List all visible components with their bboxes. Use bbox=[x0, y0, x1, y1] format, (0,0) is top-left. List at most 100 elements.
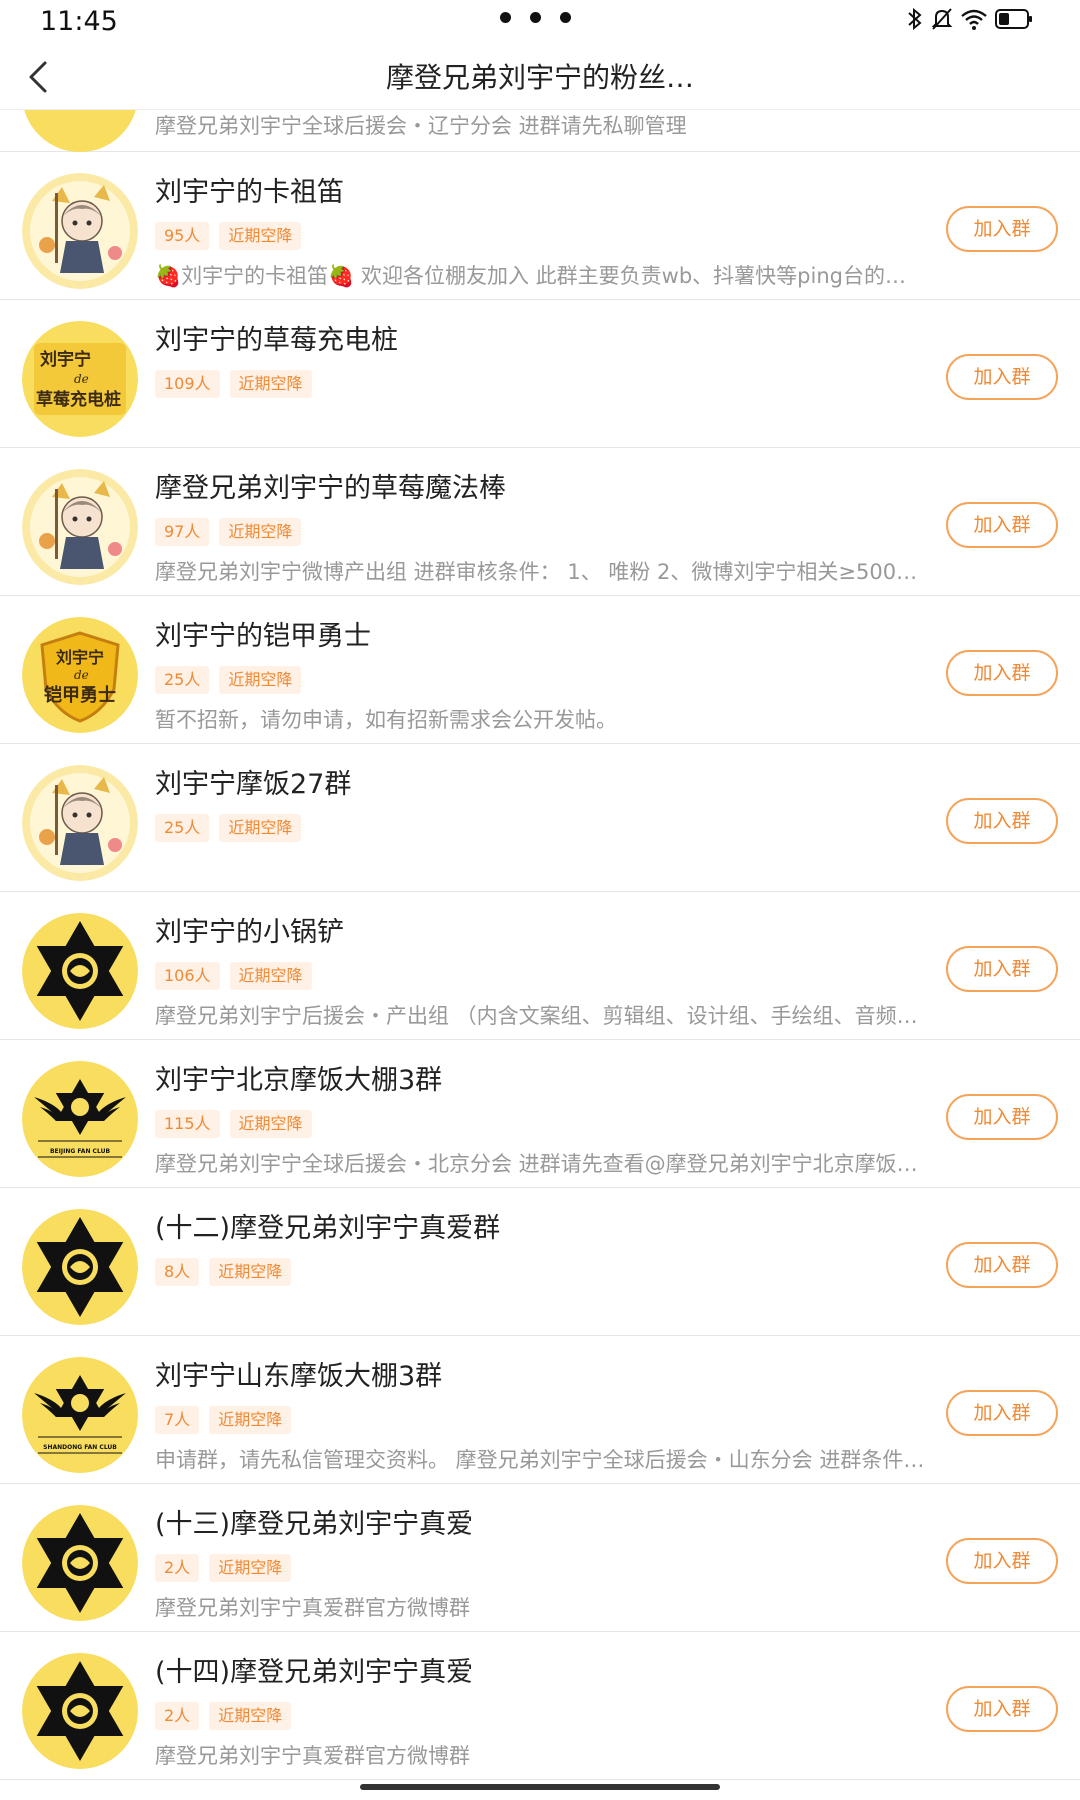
group-desc: 摩登兄弟刘宇宁全球后援会・北京分会 进群请先查看@摩登兄弟刘宇宁北京摩饭… bbox=[155, 1152, 918, 1176]
group-avatar bbox=[22, 913, 138, 1029]
status-badge: 近期空降 bbox=[209, 1258, 292, 1286]
join-group-button[interactable]: 加入群 bbox=[946, 798, 1058, 844]
status-badge: 近期空降 bbox=[209, 1406, 292, 1434]
group-name: 刘宇宁的草莓充电桩 bbox=[155, 325, 398, 356]
group-name: 摩登兄弟刘宇宁的草莓魔法棒 bbox=[155, 473, 506, 504]
svg-text:SHANDONG FAN CLUB: SHANDONG FAN CLUB bbox=[43, 1444, 117, 1451]
member-count-badge: 106人 bbox=[155, 962, 220, 990]
group-name: 刘宇宁的铠甲勇士 bbox=[155, 621, 371, 652]
group-name: 刘宇宁北京摩饭大棚3群 bbox=[155, 1065, 443, 1096]
status-badge: 近期空降 bbox=[229, 962, 312, 990]
group-list-item[interactable]: BEIJING FAN CLUB 刘宇宁北京摩饭大棚3群 115人 近期空降摩登兄弟… bbox=[0, 1040, 1080, 1188]
group-desc: 摩登兄弟刘宇宁微博产出组 进群审核条件： 1、 唯粉 2、微博刘宇宁相关≥500… bbox=[155, 560, 925, 584]
group-list-item[interactable]: (十二)摩登兄弟刘宇宁真爱群 8人 近期空降 加入群 bbox=[0, 1188, 1080, 1336]
svg-text:刘宇宁: 刘宇宁 bbox=[56, 648, 104, 667]
svg-text:de: de bbox=[74, 668, 89, 682]
member-count-badge: 97人 bbox=[155, 518, 210, 546]
member-count-badge: 95人 bbox=[155, 222, 210, 250]
status-badge: 近期空降 bbox=[219, 814, 302, 842]
group-list-item[interactable]: 刘宇宁的卡祖笛 95人 近期空降 🍓刘宇宁的卡祖笛🍓 欢迎各位棚友加入 此群主要负责w… bbox=[0, 152, 1080, 300]
group-name: 刘宇宁的卡祖笛 bbox=[155, 177, 344, 208]
group-list-item[interactable]: 刘宇宁 de 草莓充电桩 刘宇宁的草莓充电桩 109人 近期空降 加入群 bbox=[0, 300, 1080, 448]
group-avatar: BEIJING FAN CLUB bbox=[22, 1061, 138, 1177]
group-avatar bbox=[22, 1209, 138, 1325]
svg-text:de: de bbox=[74, 372, 89, 386]
group-desc: 🍓刘宇宁的卡祖笛🍓 欢迎各位棚友加入 此群主要负责wb、抖薯快等ping台的日… bbox=[155, 264, 925, 288]
member-count-badge: 25人 bbox=[155, 666, 210, 694]
group-tags: 97人 近期空降 bbox=[155, 518, 302, 546]
group-tags: 25人 近期空降 bbox=[155, 814, 302, 842]
group-tags: 2人 近期空降 bbox=[155, 1554, 292, 1582]
join-group-button[interactable]: 加入群 bbox=[946, 1390, 1058, 1436]
group-avatar: 刘宇宁 de 铠甲勇士 bbox=[22, 617, 138, 733]
group-list-item[interactable]: (十三)摩登兄弟刘宇宁真爱 2人 近期空降摩登兄弟刘宇宁真爱群官方微博群 加入群 bbox=[0, 1484, 1080, 1632]
camera-dots bbox=[500, 12, 571, 23]
group-list-item[interactable]: 刘宇宁的小锅铲 106人 近期空降摩登兄弟刘宇宁后援会・产出组 （内含文案组、剪辑组… bbox=[0, 892, 1080, 1040]
group-name: 刘宇宁摩饭27群 bbox=[155, 769, 352, 800]
join-group-button[interactable]: 加入群 bbox=[946, 650, 1058, 696]
member-count-badge: 2人 bbox=[155, 1702, 200, 1730]
group-name: (十三)摩登兄弟刘宇宁真爱 bbox=[155, 1509, 474, 1540]
group-tags: 109人 近期空降 bbox=[155, 370, 312, 398]
chevron-left-icon bbox=[29, 61, 47, 93]
wifi-icon bbox=[961, 9, 987, 30]
member-count-badge: 115人 bbox=[155, 1110, 220, 1138]
member-count-badge: 25人 bbox=[155, 814, 210, 842]
nav-bar: 摩登兄弟刘宇宁的粉丝… bbox=[0, 44, 1080, 110]
back-button[interactable] bbox=[14, 52, 64, 102]
group-avatar: 刘宇宁 de 草莓充电桩 bbox=[22, 321, 138, 437]
join-group-button[interactable]: 加入群 bbox=[946, 502, 1058, 548]
group-desc: 摩登兄弟刘宇宁真爱群官方微博群 bbox=[155, 1596, 470, 1620]
status-time: 11:45 bbox=[40, 6, 118, 37]
home-indicator bbox=[360, 1784, 720, 1790]
member-count-badge: 7人 bbox=[155, 1406, 200, 1434]
battery-icon bbox=[995, 9, 1032, 29]
group-list-item[interactable]: 刘宇宁 de 铠甲勇士 刘宇宁的铠甲勇士 25人 近期空降 暂不招新，请勿申请，如有招新… bbox=[0, 596, 1080, 744]
group-name: 刘宇宁山东摩饭大棚3群 bbox=[155, 1361, 443, 1392]
group-desc: 申请群，请先私信管理交资料。 摩登兄弟刘宇宁全球后援会・山东分会 进群条件… bbox=[155, 1448, 925, 1472]
svg-text:BEIJING FAN CLUB: BEIJING FAN CLUB bbox=[50, 1148, 110, 1155]
group-avatar: SHANDONG FAN CLUB bbox=[22, 1357, 138, 1473]
member-count-badge: 109人 bbox=[155, 370, 220, 398]
status-badge: 近期空降 bbox=[209, 1554, 292, 1582]
svg-text:草莓充电桩: 草莓充电桩 bbox=[36, 389, 121, 410]
group-avatar bbox=[22, 173, 138, 289]
group-avatar bbox=[22, 1505, 138, 1621]
mute-bell-icon bbox=[931, 8, 953, 30]
group-desc: 暂不招新，请勿申请，如有招新需求会公开发帖。 bbox=[155, 708, 617, 732]
group-list-item[interactable]: SHANDONG FAN CLUB 刘宇宁山东摩饭大棚3群 7人 近期空降申请群，请… bbox=[0, 1336, 1080, 1484]
bluetooth-icon bbox=[908, 7, 922, 31]
group-list-item[interactable]: 摩登兄弟刘宇宁的草莓魔法棒 97人 近期空降摩登兄弟刘宇宁微博产出组 进群审核条件：… bbox=[0, 448, 1080, 596]
group-desc: 摩登兄弟刘宇宁后援会・产出组 （内含文案组、剪辑组、设计组、手绘组、音频… bbox=[155, 1004, 918, 1028]
join-group-button[interactable]: 加入群 bbox=[946, 354, 1058, 400]
group-avatar bbox=[22, 1653, 138, 1769]
svg-text:刘宇宁: 刘宇宁 bbox=[40, 349, 91, 370]
status-bar: 11:45 bbox=[0, 0, 1080, 44]
group-tags: 25人 近期空降 bbox=[155, 666, 302, 694]
group-tags: 106人 近期空降 bbox=[155, 962, 312, 990]
group-name: (十二)摩登兄弟刘宇宁真爱群 bbox=[155, 1213, 501, 1244]
member-count-badge: 2人 bbox=[155, 1554, 200, 1582]
group-name: 刘宇宁的小锅铲 bbox=[155, 917, 344, 948]
group-tags: 7人 近期空降 bbox=[155, 1406, 292, 1434]
join-group-button[interactable]: 加入群 bbox=[946, 1686, 1058, 1732]
status-badge: 近期空降 bbox=[219, 222, 302, 250]
status-badge: 近期空降 bbox=[229, 1110, 312, 1138]
join-group-button[interactable]: 加入群 bbox=[946, 206, 1058, 252]
group-desc: 摩登兄弟刘宇宁真爱群官方微博群 bbox=[155, 1744, 470, 1768]
join-group-button[interactable]: 加入群 bbox=[946, 1242, 1058, 1288]
join-group-button[interactable]: 加入群 bbox=[946, 1094, 1058, 1140]
page-title: 摩登兄弟刘宇宁的粉丝… bbox=[385, 61, 694, 94]
group-tags: 115人 近期空降 bbox=[155, 1110, 312, 1138]
group-name: (十四)摩登兄弟刘宇宁真爱 bbox=[155, 1657, 474, 1688]
status-badge: 近期空降 bbox=[219, 666, 302, 694]
group-list-item[interactable]: (十四)摩登兄弟刘宇宁真爱 2人 近期空降 摩登兄弟刘宇宁真爱群官方微博群 加入群 bbox=[0, 1632, 1080, 1780]
status-icons bbox=[906, 6, 1034, 32]
group-list-item[interactable]: 刘宇宁摩饭27群 25人 近期空降 加入群 bbox=[0, 744, 1080, 892]
join-group-button[interactable]: 加入群 bbox=[946, 946, 1058, 992]
join-group-button[interactable]: 加入群 bbox=[946, 1538, 1058, 1584]
group-tags: 95人 近期空降 bbox=[155, 222, 302, 250]
group-list[interactable]: 摩登兄弟刘宇宁全球后援会・辽宁分会 进群请先私聊管理 刘宇宁的卡祖笛 95人 近期空… bbox=[0, 110, 1080, 1800]
svg-text:铠甲勇士: 铠甲勇士 bbox=[43, 684, 116, 706]
list-item-partial[interactable]: 摩登兄弟刘宇宁全球后援会・辽宁分会 进群请先私聊管理 bbox=[0, 110, 1080, 152]
